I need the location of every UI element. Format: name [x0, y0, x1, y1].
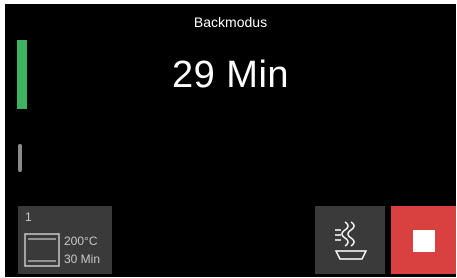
remaining-time[interactable]: 29 Min — [5, 54, 456, 97]
oven-icon — [24, 233, 60, 267]
stop-icon — [413, 230, 435, 252]
page-title: Backmodus — [193, 14, 268, 30]
program-duration: 30 Min — [64, 252, 101, 266]
inactive-scroll-indicator — [18, 144, 22, 172]
steam-bake-icon — [334, 221, 368, 260]
oven-display: Backmodus 29 Min 1 200°C 30 Min — [5, 4, 456, 277]
program-tile[interactable]: 1 200°C 30 Min — [18, 206, 112, 274]
program-number: 1 — [25, 210, 32, 224]
steam-bake-button[interactable] — [315, 206, 385, 274]
stop-button[interactable] — [391, 206, 456, 274]
program-temperature: 200°C — [64, 234, 98, 248]
